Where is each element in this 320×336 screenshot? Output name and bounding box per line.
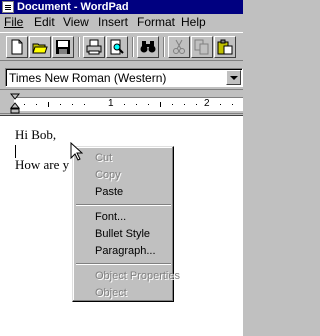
new-document-icon xyxy=(11,39,23,55)
toolbar-separator xyxy=(163,37,165,57)
font-name-value: Times New Roman (Western) xyxy=(9,71,167,85)
context-menu-font[interactable]: Font... xyxy=(95,210,126,224)
mouse-pointer-icon xyxy=(70,142,83,161)
chevron-down-icon[interactable] xyxy=(226,70,241,85)
menu-separator xyxy=(76,204,171,206)
wordpad-app-icon[interactable] xyxy=(2,1,14,13)
ruler-tick xyxy=(148,104,149,105)
ruler-tick xyxy=(232,104,233,105)
copy-button[interactable] xyxy=(191,36,213,58)
window-title: Document - WordPad xyxy=(17,1,129,13)
menu-help[interactable]: Help xyxy=(181,15,206,30)
format-bar: Times New Roman (Western) xyxy=(0,62,243,90)
menu-bar: File Edit View Insert Format Help xyxy=(0,14,243,31)
context-menu-paragraph[interactable]: Paragraph... xyxy=(95,244,156,258)
indent-marker-icon[interactable] xyxy=(10,93,20,115)
context-menu: Cut Copy Paste Font... Bullet Style Para… xyxy=(72,146,180,302)
toolbar-separator xyxy=(78,37,80,57)
ruler-tick xyxy=(160,102,161,107)
context-menu-copy[interactable]: Copy xyxy=(95,168,121,182)
ruler-tick xyxy=(184,104,185,105)
print-icon xyxy=(86,39,102,55)
open-folder-icon xyxy=(32,43,48,54)
document-line: How are y xyxy=(15,157,70,172)
paste-button[interactable] xyxy=(214,36,236,58)
ruler-tick xyxy=(220,104,221,105)
menu-format-label: Format xyxy=(137,15,176,29)
context-menu-object-properties[interactable]: Object Properties xyxy=(95,269,180,283)
ruler-strip: 1 2 xyxy=(14,97,243,111)
context-menu-paste[interactable]: Paste xyxy=(95,185,123,199)
print-button[interactable] xyxy=(83,36,105,58)
open-button[interactable] xyxy=(29,36,51,58)
menu-insert[interactable]: Insert xyxy=(98,15,128,30)
menu-view[interactable]: View xyxy=(63,15,89,30)
save-button[interactable] xyxy=(52,36,74,58)
ruler-tick xyxy=(136,104,137,105)
print-preview-button[interactable] xyxy=(106,36,128,58)
font-name-combo[interactable]: Times New Roman (Western) xyxy=(5,68,243,87)
ruler-tick xyxy=(72,104,73,105)
cut-button[interactable] xyxy=(168,36,190,58)
context-menu-cut[interactable]: Cut xyxy=(95,151,112,165)
toolbar-separator xyxy=(132,37,134,57)
menu-separator xyxy=(76,263,171,265)
paste-icon xyxy=(217,39,233,55)
cut-scissors-icon xyxy=(173,39,185,54)
ruler-tick xyxy=(124,104,125,105)
title-bar[interactable]: Document - WordPad xyxy=(0,0,243,14)
new-document-button[interactable] xyxy=(6,36,28,58)
ruler-tick xyxy=(196,104,197,105)
ruler-number: 1 xyxy=(108,98,114,109)
context-menu-object[interactable]: Object xyxy=(95,286,127,300)
ruler-number: 2 xyxy=(204,98,210,109)
find-button[interactable] xyxy=(137,36,159,58)
find-binoculars-icon xyxy=(140,41,156,53)
ruler-tick xyxy=(84,104,85,105)
ruler[interactable]: 1 2 xyxy=(0,92,243,114)
menu-help-label: Help xyxy=(181,15,206,29)
save-disk-icon xyxy=(56,40,70,54)
toolbar xyxy=(0,32,243,61)
ruler-tick xyxy=(48,102,49,107)
menu-file-label: File xyxy=(4,15,24,29)
menu-edit-label: Edit xyxy=(34,15,55,29)
ruler-tick xyxy=(36,104,37,105)
menu-edit[interactable]: Edit xyxy=(34,15,55,30)
print-preview-icon xyxy=(110,39,124,55)
menu-view-label: View xyxy=(63,15,89,29)
menu-insert-label: Insert xyxy=(98,15,129,29)
copy-icon xyxy=(194,39,209,55)
document-line: Hi Bob, xyxy=(15,127,57,142)
ruler-tick xyxy=(60,104,61,105)
ruler-tick xyxy=(172,104,173,105)
context-menu-bullet-style[interactable]: Bullet Style xyxy=(95,227,150,241)
menu-file[interactable]: File xyxy=(4,15,23,30)
menu-format[interactable]: Format xyxy=(137,15,175,30)
ruler-tick xyxy=(24,104,25,105)
